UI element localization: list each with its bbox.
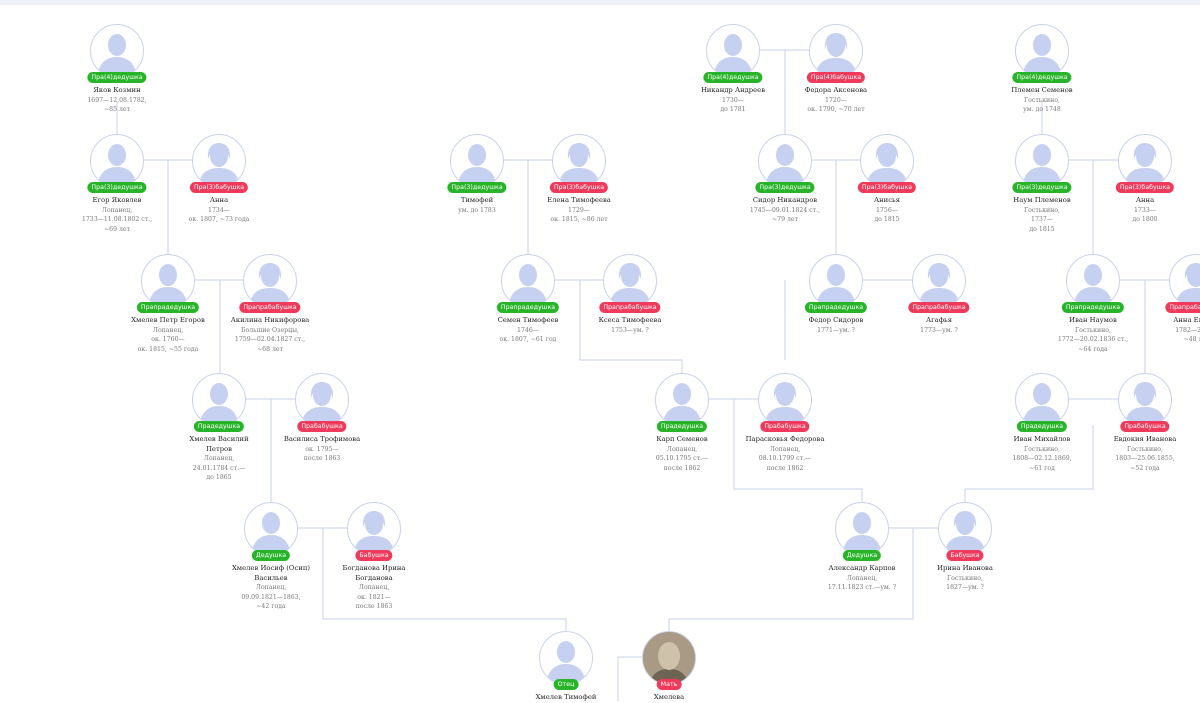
- person-name: Федора Аксенова: [804, 86, 868, 94]
- relation-badge: Отец: [553, 679, 579, 690]
- relation-badge: Прапрадедушка: [1061, 302, 1125, 313]
- relation-badge: Прабабушка: [1120, 421, 1170, 432]
- female-silhouette-icon: [192, 134, 246, 188]
- person-name: Ксеса Тимофеева: [598, 316, 662, 324]
- person-name: Акилина Никифорова: [230, 316, 310, 324]
- person-name: Хмелева: [653, 693, 685, 701]
- relation-badge: Прапрабабушка: [1165, 302, 1200, 313]
- relation-badge: Бабушка: [355, 550, 393, 561]
- relation-badge: Прапрадедушка: [496, 302, 560, 313]
- relation-badge: Прапрабабушка: [239, 302, 301, 313]
- female-silhouette-icon: [295, 373, 349, 427]
- relation-badge: Пра(4)дедушка: [1012, 72, 1072, 83]
- person-life-info: 1773—ум. ?: [920, 326, 958, 334]
- female-silhouette-icon: [1118, 134, 1172, 188]
- relation-badge: Мать: [656, 679, 682, 690]
- person-life-info: Гостькино, 1827—ум. ?: [946, 574, 984, 592]
- male-silhouette-icon: [90, 134, 144, 188]
- relation-badge: Пра(3)дедушка: [1012, 182, 1072, 193]
- male-silhouette-icon: [835, 502, 889, 556]
- relation-badge: Пра(3)дедушка: [447, 182, 507, 193]
- male-silhouette-icon: [501, 254, 555, 308]
- person-name: Богданова Ирина Богданова: [342, 564, 406, 582]
- relation-badge: Прадедушка: [1016, 421, 1068, 432]
- relation-badge: Пра(3)дедушка: [87, 182, 147, 193]
- male-silhouette-icon: [758, 134, 812, 188]
- relation-badge: Прапрабабушка: [908, 302, 970, 313]
- photo-portrait-icon: [642, 631, 696, 685]
- person-life-info: 1697—12.08.1782, ~85 лет: [87, 96, 147, 114]
- male-silhouette-icon: [706, 24, 760, 78]
- relation-badge: Прапрабабушка: [599, 302, 661, 313]
- male-silhouette-icon: [1015, 24, 1069, 78]
- male-silhouette-icon: [1015, 134, 1069, 188]
- female-silhouette-icon: [758, 373, 812, 427]
- female-silhouette-icon: [1118, 373, 1172, 427]
- relation-badge: Прапрадедушка: [136, 302, 200, 313]
- relation-badge: Бабушка: [946, 550, 984, 561]
- male-silhouette-icon: [450, 134, 504, 188]
- female-silhouette-icon: [860, 134, 914, 188]
- relation-badge: Пра(4)бабушка: [806, 72, 866, 83]
- person-life-info: 1720— ок. 1790, ~70 лет: [807, 96, 865, 114]
- relation-badge: Дедушка: [251, 550, 291, 561]
- female-silhouette-icon: [603, 254, 657, 308]
- female-silhouette-icon: [552, 134, 606, 188]
- relation-badge: Прадедушка: [193, 421, 245, 432]
- person-life-info: Лопанец, 08.10.1799 ст.— после 1862: [758, 445, 812, 472]
- relation-badge: Пра(3)дедушка: [755, 182, 815, 193]
- person-name: Анна Емел...: [1173, 316, 1200, 324]
- person-life-info: Большие Озерцы, 1759—02.04.1827 ст., ~68…: [234, 326, 306, 353]
- person-life-info: 1733— до 1800: [1132, 206, 1158, 224]
- person-name: Агафья: [925, 316, 953, 324]
- person-name: Василиса Трофимова: [283, 435, 361, 443]
- relation-badge: Пра(3)бабушка: [189, 182, 249, 193]
- person-name: Анисья: [873, 196, 900, 204]
- person-name: Евдокия Иванова: [1113, 435, 1177, 443]
- male-silhouette-icon: [809, 254, 863, 308]
- relation-badge: Пра(3)бабушка: [857, 182, 917, 193]
- female-silhouette-icon: [912, 254, 966, 308]
- person-life-info: 1753—ум. ?: [611, 326, 649, 334]
- female-silhouette-icon: [347, 502, 401, 556]
- person-life-info: Лопанец, ок. 1821— после 1863: [355, 584, 393, 610]
- relation-badge: Пра(4)дедушка: [703, 72, 763, 83]
- person-name: Анна: [209, 196, 229, 204]
- relation-badge: Прадедушка: [656, 421, 708, 432]
- person-name: Племен Семенов: [1011, 86, 1073, 94]
- male-silhouette-icon: [192, 373, 246, 427]
- male-silhouette-icon: [90, 24, 144, 78]
- person-life-info: 1734— ок. 1807, ~73 года: [188, 206, 250, 224]
- relation-badge: Пра(3)бабушка: [549, 182, 609, 193]
- person-life-info: 1782—20.0... ~48 л...: [1175, 326, 1200, 344]
- male-silhouette-icon: [1015, 373, 1069, 427]
- male-silhouette-icon: [244, 502, 298, 556]
- female-silhouette-icon: [938, 502, 992, 556]
- relation-badge: Прапрадедушка: [804, 302, 868, 313]
- person-life-info: ок. 1795— после 1863: [303, 445, 341, 463]
- male-silhouette-icon: [141, 254, 195, 308]
- person-life-info: 1756— до 1815: [874, 206, 900, 224]
- male-silhouette-icon: [1066, 254, 1120, 308]
- female-silhouette-icon: [809, 24, 863, 78]
- female-silhouette-icon: [243, 254, 297, 308]
- person-name: Парасковья Федорова: [745, 435, 825, 443]
- relation-badge: Пра(4)дедушка: [87, 72, 147, 83]
- male-silhouette-icon: [539, 631, 593, 685]
- person-name: Ирина Иванова: [937, 564, 993, 572]
- person-life-info: Гостькино, 1803—25.06.1855, ~52 года: [1115, 445, 1175, 472]
- person-name: Анна: [1135, 196, 1155, 204]
- person-name: Яков Козмин: [93, 86, 141, 94]
- relation-badge: Прабабушка: [297, 421, 347, 432]
- relation-badge: Дедушка: [842, 550, 882, 561]
- person-life-info: 1729— ок. 1815, ~86 лет: [550, 206, 608, 224]
- person-life-info: Гостькино, ум. до 1748: [1023, 96, 1061, 114]
- male-silhouette-icon: [655, 373, 709, 427]
- relation-badge: Пра(3)бабушка: [1115, 182, 1175, 193]
- person-name: Елена Тимофеева: [547, 196, 611, 204]
- relation-badge: Прабабушка: [760, 421, 810, 432]
